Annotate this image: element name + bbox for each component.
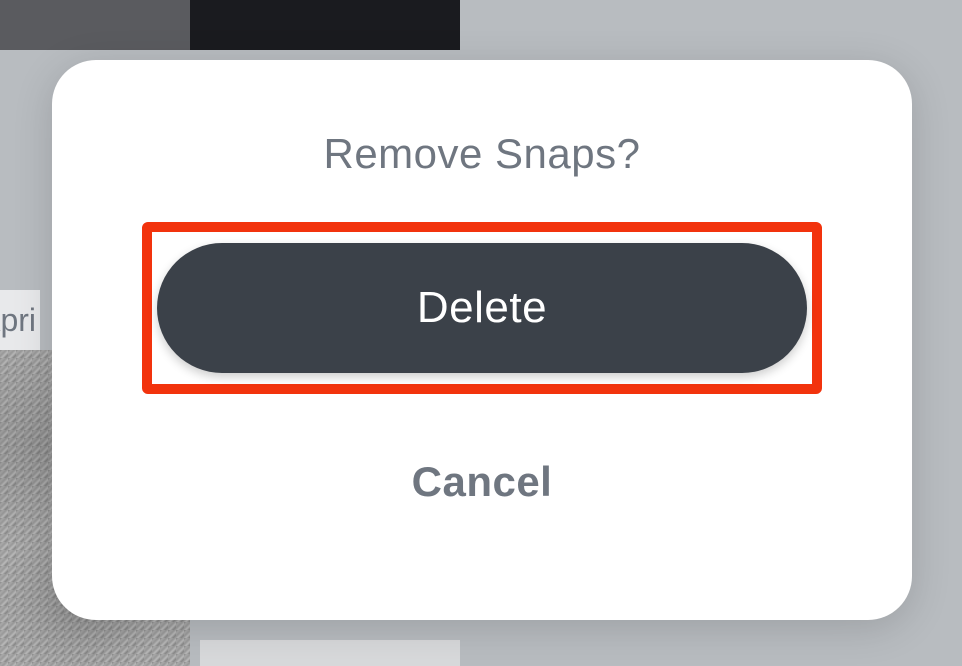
highlight-annotation: Delete [142, 222, 822, 394]
date-section-label: Apri [0, 290, 40, 350]
dialog-title: Remove Snaps? [323, 130, 640, 178]
bg-thumbnail [190, 0, 460, 50]
confirm-dialog: Remove Snaps? Delete Cancel [52, 60, 912, 620]
cancel-button[interactable]: Cancel [412, 458, 553, 506]
bg-fill [460, 0, 962, 50]
date-label-text: Apri [0, 302, 36, 339]
bg-thumbnail [0, 0, 190, 50]
bg-thumbnail [200, 640, 460, 666]
delete-button[interactable]: Delete [157, 243, 807, 373]
